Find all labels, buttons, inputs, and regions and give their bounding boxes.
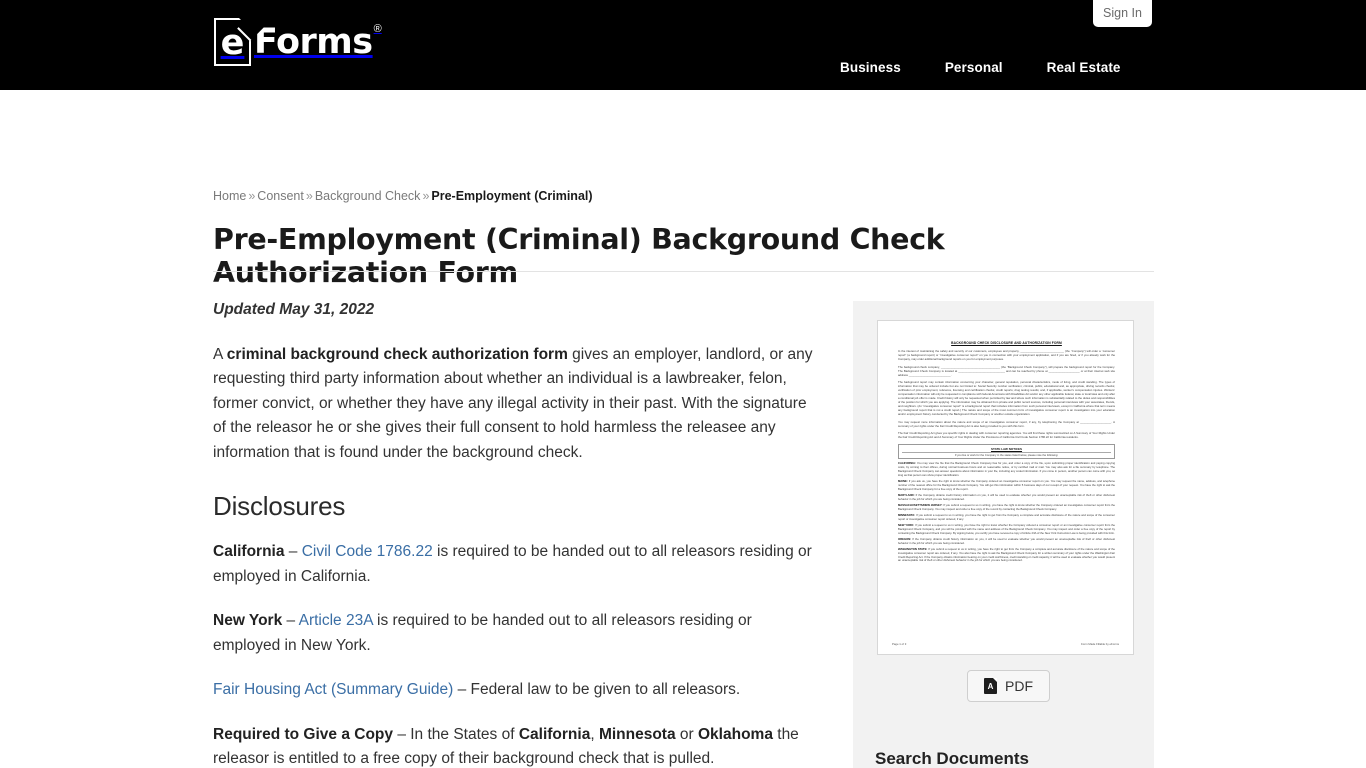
state-minnesota: Minnesota: [598, 725, 676, 743]
doc-preview-state-entry: NEW YORK: If you submit a request to us …: [898, 524, 1115, 535]
dash: –: [284, 543, 302, 560]
nav-item-real-estate[interactable]: Real Estate: [1047, 60, 1121, 75]
title-divider: [213, 271, 1154, 272]
sign-in-button[interactable]: Sign In: [1093, 0, 1152, 27]
breadcrumb-separator: »: [248, 189, 256, 203]
doc-state-text: If you submit a request to us in writing…: [898, 513, 1115, 521]
doc-preview-footer: Page 1 of 3 Form Made Fillable by eForms: [892, 642, 1119, 646]
document-preview-thumbnail[interactable]: BACKGROUND CHECK DISCLOSURE AND AUTHORIZ…: [877, 320, 1134, 655]
doc-preview-paragraph-5: The Fair Credit Reporting Act gives you …: [898, 431, 1115, 440]
link-civil-code-1786-22[interactable]: Civil Code 1786.22: [302, 543, 433, 560]
nav-item-personal[interactable]: Personal: [945, 60, 1003, 75]
search-documents-heading: Search Documents: [875, 749, 1029, 768]
article-content: Updated May 31, 2022 A criminal backgrou…: [213, 298, 813, 768]
logo-wordmark: Forms: [254, 22, 373, 62]
doc-state-name: MINNESOTA:: [898, 513, 916, 517]
doc-preview-notices-subtitle: If you live or work for the Company in t…: [902, 451, 1111, 457]
doc-preview-state-notices-box: STATE LAW NOTICES If you live or work fo…: [898, 444, 1115, 460]
doc-preview-page-number: Page 1 of 3: [892, 642, 907, 646]
required-copy-t2: ,: [590, 725, 599, 743]
breadcrumb-item-consent[interactable]: Consent: [257, 189, 304, 203]
doc-preview-paragraph-1: In the interest of maintaining the safet…: [898, 349, 1115, 361]
doc-preview-state-entry: CALIFORNIA: You may view the file that t…: [898, 462, 1115, 477]
intro-paragraph: A criminal background check authorizatio…: [213, 343, 813, 466]
doc-state-text: If you submit a request to us in writing…: [898, 524, 1115, 535]
download-pdf-button[interactable]: A PDF: [967, 670, 1050, 702]
page-title: Pre-Employment (Criminal) Background Che…: [213, 223, 945, 289]
doc-preview-state-entry: MAINE: If you ask us, you have the right…: [898, 480, 1115, 491]
sidebar: BACKGROUND CHECK DISCLOSURE AND AUTHORIZ…: [853, 301, 1154, 768]
breadcrumb-item-current: Pre-Employment (Criminal): [431, 189, 593, 203]
site-header: Sign In e Forms ® Business Personal Real…: [0, 0, 1366, 90]
required-copy-label: Required to Give a Copy: [213, 725, 394, 743]
dash: –: [282, 612, 299, 629]
pdf-icon-glyph: A: [987, 682, 994, 691]
disclosure-california: California – Civil Code 1786.22 is requi…: [213, 540, 813, 589]
link-article-23a[interactable]: Article 23A: [299, 612, 373, 629]
doc-preview-paragraph-4: You may request more information about t…: [898, 419, 1115, 428]
doc-state-name: MAINE:: [898, 479, 908, 483]
disclosures-heading: Disclosures: [213, 491, 346, 521]
updated-date: Updated May 31, 2022: [213, 301, 375, 318]
intro-lead: A: [213, 345, 227, 363]
doc-preview-state-entry: MASSACHUSETTS/NEW JERSEY: If you submit …: [898, 504, 1115, 512]
logo-letter: e: [220, 23, 245, 63]
required-copy-t1: – In the States of: [393, 725, 519, 743]
main-navigation: Business Personal Real Estate: [840, 60, 1121, 75]
page-body: Home» Consent» Background Check» Pre-Employ…: [0, 90, 1366, 768]
state-california: California: [518, 725, 591, 743]
doc-state-name: WASHINGTON STATE:: [898, 548, 928, 552]
doc-state-name: MARYLAND:: [898, 493, 915, 497]
doc-state-text: If you submit a request to us in writing…: [898, 548, 1115, 563]
disclosure-required-copy: Required to Give a Copy – In the States …: [213, 723, 813, 768]
disclosure-fair-housing-text: – Federal law to be given to all releaso…: [453, 681, 741, 698]
link-fair-housing-act[interactable]: Fair Housing Act (Summary Guide): [213, 681, 453, 698]
logo-registered-mark: ®: [373, 23, 382, 35]
state-oklahoma: Oklahoma: [698, 725, 773, 743]
doc-preview-notices-title: STATE LAW NOTICES: [990, 446, 1023, 451]
doc-state-name: MASSACHUSETTS/NEW JERSEY:: [898, 503, 943, 507]
document-preview-page: BACKGROUND CHECK DISCLOSURE AND AUTHORIZ…: [886, 327, 1127, 651]
disclosure-newyork: New York – Article 23A is required to be…: [213, 609, 813, 658]
doc-preview-paragraph-2: The background check company, __________…: [898, 364, 1115, 377]
doc-preview-title: BACKGROUND CHECK DISCLOSURE AND AUTHORIZ…: [951, 341, 1062, 345]
doc-preview-state-entry: MINNESOTA: If you submit a request to us…: [898, 514, 1115, 522]
doc-preview-state-entry: OREGON: If the Company obtains credit hi…: [898, 538, 1115, 546]
nav-item-business[interactable]: Business: [840, 60, 901, 75]
pdf-button-label: PDF: [1005, 678, 1033, 694]
site-logo[interactable]: e Forms ®: [214, 17, 382, 66]
breadcrumb-separator: »: [422, 189, 430, 203]
doc-state-text: If the Company obtains credit history in…: [898, 493, 1115, 501]
breadcrumb: Home» Consent» Background Check» Pre-Employ…: [213, 189, 593, 203]
doc-preview-paragraph-3: The background report may contain inform…: [898, 380, 1115, 416]
disclosure-state-california: California: [213, 543, 285, 560]
disclosure-fair-housing: Fair Housing Act (Summary Guide) – Feder…: [213, 678, 813, 703]
doc-state-name: NEW YORK:: [898, 524, 915, 528]
doc-state-name: OREGON:: [898, 537, 912, 541]
doc-preview-state-entry: WASHINGTON STATE: If you submit a reques…: [898, 548, 1115, 563]
document-icon: e: [214, 17, 252, 66]
doc-state-text: If the Company obtains credit history in…: [898, 537, 1115, 545]
breadcrumb-item-background-check[interactable]: Background Check: [315, 189, 421, 203]
doc-preview-state-entry: MARYLAND: If the Company obtains credit …: [898, 494, 1115, 502]
doc-state-name: CALIFORNIA:: [898, 462, 916, 466]
breadcrumb-item-home[interactable]: Home: [213, 189, 246, 203]
required-copy-t3: or: [675, 725, 698, 743]
intro-bold-term: criminal background check authorization …: [226, 345, 568, 363]
doc-preview-footer-note: Form Made Fillable by eForms: [1081, 642, 1119, 646]
pdf-file-icon: A: [984, 678, 997, 694]
disclosure-state-newyork: New York: [213, 612, 283, 629]
doc-state-text: You may view the file that the Backgroun…: [898, 462, 1115, 477]
doc-state-text: If you ask us, you have the right to kno…: [898, 479, 1115, 491]
breadcrumb-separator: »: [305, 189, 313, 203]
